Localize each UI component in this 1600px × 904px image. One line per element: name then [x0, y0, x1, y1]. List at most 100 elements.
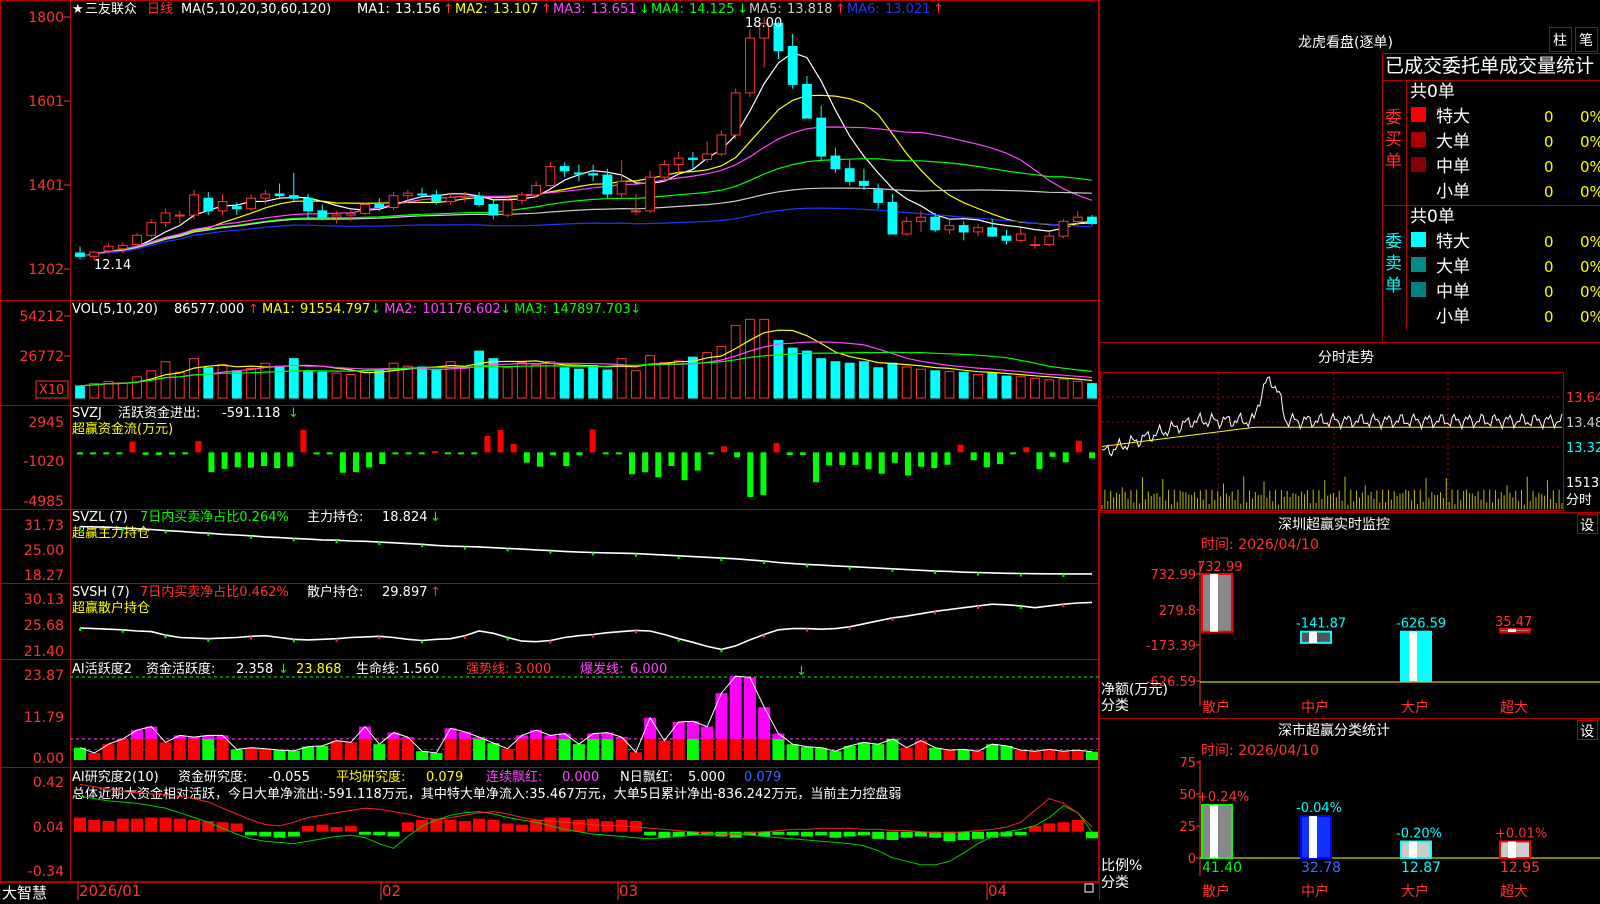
activity-bar: [387, 738, 400, 760]
order-pct: 0%: [1580, 108, 1600, 126]
sc-bar-highlight: [1210, 805, 1218, 858]
holding-tick: [79, 526, 81, 530]
period-label[interactable]: 日线: [147, 2, 173, 17]
ma-legend-arrow: ↑: [541, 2, 552, 17]
volume-bar: [744, 318, 755, 399]
holding-tick: [634, 630, 637, 634]
star-mark[interactable]: ★: [72, 2, 84, 17]
fund-flow-bar: [852, 452, 859, 465]
fund-flow-bar: [392, 452, 399, 455]
x-axis-label: 2026/01: [79, 882, 141, 900]
sell-total: 共0单: [1410, 207, 1455, 227]
svzj-tick: -1020: [23, 454, 64, 470]
fund-flow-bar: [615, 452, 622, 455]
candle-body: [431, 194, 442, 203]
volume-bar: [916, 368, 926, 399]
activity-bar: [316, 745, 329, 760]
fund-flow-bar: [1010, 452, 1017, 455]
activity-bar: [245, 747, 258, 760]
buy-side-char: 单: [1385, 152, 1402, 172]
sz-category-label: 大户: [1401, 699, 1429, 716]
ma-legend-value: 14.125: [689, 2, 735, 17]
volume-bar: [901, 366, 912, 399]
volume-bar: [132, 376, 142, 399]
sz-y-tick: -173.39: [1146, 639, 1196, 654]
fund-flow-bar: [221, 452, 228, 469]
ma-legend-label: MA3:: [553, 2, 586, 17]
candle-body: [1001, 235, 1012, 241]
volume-bar: [545, 361, 556, 399]
candle-body: [645, 176, 656, 212]
fund-flow-bar: [339, 452, 346, 473]
order-name: 特大: [1436, 107, 1470, 127]
candle-body: [174, 214, 185, 217]
intraday-frame: [1100, 372, 1564, 511]
candle-body: [345, 212, 356, 216]
main-chart-svg[interactable]: ★ 三友联众 日线 MA(5,10,20,30,60,120) MA1: 13.1…: [0, 0, 1600, 902]
holding-tick: [121, 527, 124, 531]
candle-body: [488, 204, 499, 216]
sc-y-label: 比例%: [1101, 858, 1142, 874]
volume-bar: [573, 368, 584, 399]
fund-flow-bar: [694, 452, 701, 471]
svsh-ratio: 7日内买卖净占比0.462%: [140, 584, 289, 600]
fund-flow-bar: [918, 452, 925, 467]
candle-body: [573, 172, 584, 175]
order-swatch: [1411, 107, 1426, 122]
volume-bar: [802, 350, 812, 399]
activity-bar: [159, 742, 172, 760]
fund-flow-bar: [471, 452, 478, 455]
sc-bar-value: 32.78: [1301, 860, 1341, 876]
holding-tick: [207, 533, 210, 537]
x-axis-label: 03: [619, 882, 638, 900]
activity-bar: [515, 738, 528, 760]
activity-bar: [686, 738, 699, 760]
svzl-tick: 31.73: [24, 518, 64, 534]
sc-stats-layer: 75 50 25 0 +0.24% 41.40 散户 -0.04% 32.78 中户 -0.20% 1…: [1179, 756, 1600, 900]
candle-body: [1015, 233, 1026, 241]
candle-body: [374, 204, 385, 208]
price-tick: 1401: [28, 178, 64, 194]
fund-flow-bar: [1075, 440, 1082, 453]
lock-icon[interactable]: [1084, 883, 1094, 893]
svzj-arrow: ↓: [288, 406, 299, 421]
ma-legend: MA1: 13.156 ↑ MA2: 13.107 ↑ MA3: 13.651 ↓ MA4: 14.…: [357, 2, 944, 17]
sell-side-char: 卖: [1385, 254, 1402, 274]
order-name: 大单: [1436, 132, 1470, 152]
order-pct: 0%: [1580, 233, 1600, 251]
vol-header: VOL(5,10,20) 86577.000 ↑: [72, 302, 259, 317]
sz-monitor-layer: 732.99 279.8 -173.39 -626.59 732.99 散户 -141.87…: [1146, 560, 1600, 716]
activity-bar: [729, 738, 742, 760]
sz-bar-value: 732.99: [1197, 560, 1243, 575]
activity-bar: [116, 738, 129, 760]
sc-category-label: 超大: [1500, 884, 1528, 900]
vol-legend: MA1: 91554.797 ↓ MA2: 101176.602 ↓ MA3: 147897.…: [262, 302, 641, 317]
activity-bar: [188, 738, 201, 760]
svsh-hold-label: 散户持仓:: [307, 584, 363, 600]
research-bar: [273, 831, 286, 838]
svzl-hold-value: 18.824: [382, 510, 428, 525]
fund-flow-bar: [957, 444, 964, 453]
research-bar: [159, 817, 172, 832]
activity-bar: [216, 738, 229, 760]
research-bar: [131, 818, 144, 832]
fund-flow-bar: [234, 452, 241, 468]
candle-body: [89, 251, 100, 257]
research-bar: [287, 831, 300, 837]
activity-bar: [701, 738, 714, 760]
candle-body: [702, 153, 713, 160]
candle-body: [944, 225, 955, 231]
activity-bar: [373, 744, 386, 760]
holding-tick: [421, 640, 424, 644]
volume-bar: [816, 358, 827, 399]
order-name: 小单: [1436, 182, 1470, 202]
volume-bar: [645, 355, 656, 399]
ma-legend-label: MA4:: [651, 2, 684, 17]
holding-tick: [549, 550, 552, 554]
holding-tick: [292, 538, 295, 542]
research-bar: [74, 817, 86, 832]
candle-body: [830, 155, 841, 170]
volume-bar: [317, 371, 328, 399]
svzl-tick: 25.00: [24, 543, 64, 559]
fund-flow-bar: [287, 452, 294, 467]
